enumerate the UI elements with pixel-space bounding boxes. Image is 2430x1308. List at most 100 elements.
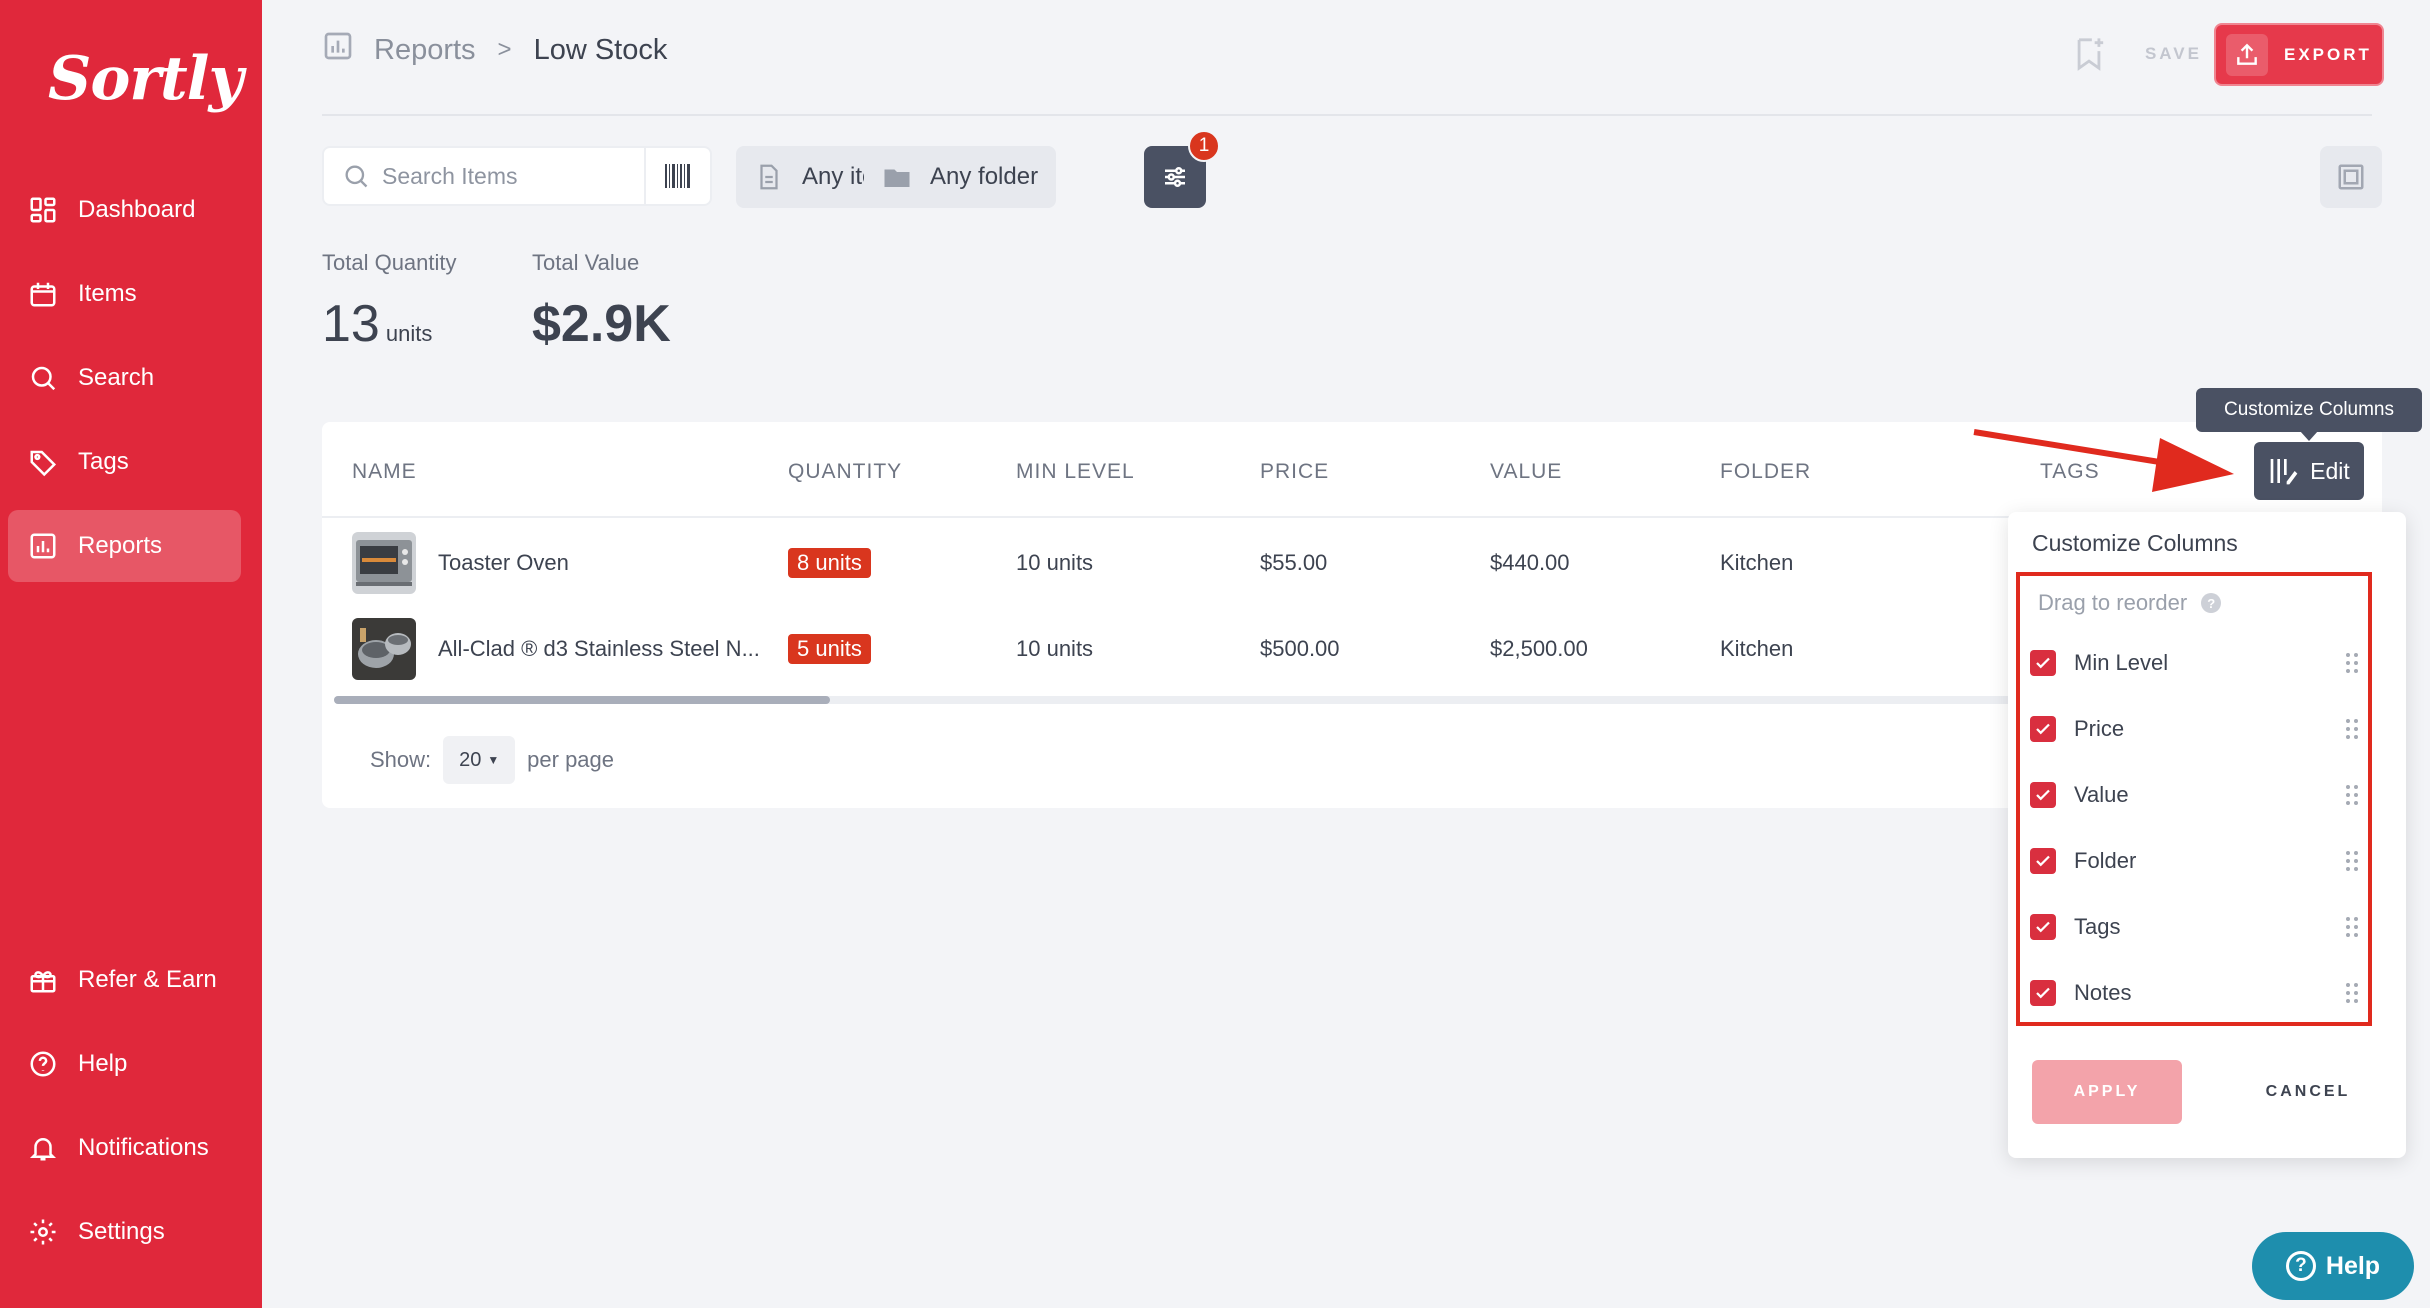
- breadcrumb-reports-link[interactable]: Reports: [374, 34, 476, 67]
- column-header-name[interactable]: NAME: [352, 460, 417, 484]
- column-option-label: Notes: [2074, 980, 2132, 1005]
- column-option-tags[interactable]: Tags: [2030, 902, 2360, 952]
- pager-suffix: per page: [527, 747, 615, 772]
- item-name[interactable]: All-Clad ® d3 Stainless Steel N...: [438, 636, 760, 662]
- customize-columns-popup: Customize Columns Drag to reorder ? Min …: [2008, 512, 2406, 1158]
- search-input[interactable]: [382, 162, 632, 190]
- sidebar-item-settings[interactable]: Settings: [8, 1196, 241, 1268]
- column-option-label: Tags: [2074, 914, 2121, 939]
- document-icon: [760, 164, 778, 190]
- check-icon: [2036, 987, 2050, 999]
- drag-handle-icon[interactable]: [2344, 717, 2360, 741]
- sidebar-item-notifications[interactable]: Notifications: [8, 1112, 241, 1184]
- sidebar-item-label: Tags: [78, 448, 129, 475]
- check-icon: [2036, 789, 2050, 801]
- gift-icon: [28, 965, 58, 995]
- checkbox-checked[interactable]: [2030, 782, 2056, 808]
- view-toggle-button[interactable]: [2320, 146, 2382, 208]
- sidebar-item-label: Help: [78, 1050, 128, 1077]
- total-quantity-value: 13 units: [322, 294, 432, 354]
- scrollbar-thumb[interactable]: [334, 696, 830, 704]
- apply-button[interactable]: APPLY: [2032, 1060, 2182, 1124]
- sidebar-item-tags[interactable]: Tags: [8, 426, 241, 498]
- barcode-icon: [665, 164, 690, 188]
- search-icon: [345, 165, 368, 188]
- export-button[interactable]: EXPORT: [2214, 23, 2384, 86]
- edit-columns-button[interactable]: Edit: [2254, 442, 2364, 500]
- drag-handle-icon[interactable]: [2344, 981, 2360, 1005]
- column-header-price[interactable]: PRICE: [1260, 460, 1329, 484]
- value-cell: $2,500.00: [1490, 636, 1588, 661]
- layout-icon: [2338, 164, 2364, 190]
- horizontal-scrollbar[interactable]: [334, 696, 2134, 704]
- folder-filter-button[interactable]: Any folder: [864, 146, 1057, 208]
- value-cell: $440.00: [1490, 550, 1570, 575]
- checkbox-checked[interactable]: [2030, 716, 2056, 742]
- sidebar-item-label: Reports: [78, 532, 163, 559]
- save-label: SAVE: [2144, 44, 2202, 63]
- help-chat-button[interactable]: ? Help: [2252, 1232, 2414, 1300]
- sidebar-item-items[interactable]: Items: [8, 258, 241, 330]
- barcode-scan-button[interactable]: [644, 148, 710, 204]
- column-option-price[interactable]: Price: [2030, 704, 2360, 754]
- drag-handle-icon[interactable]: [2344, 783, 2360, 807]
- column-option-label: Folder: [2074, 848, 2137, 873]
- pagination: Show: 20 ▼ per page: [370, 736, 614, 784]
- folder-filter-label: Any folder: [930, 163, 1039, 190]
- column-option-folder[interactable]: Folder: [2030, 836, 2360, 886]
- column-header-value[interactable]: VALUE: [1490, 460, 1562, 484]
- save-button[interactable]: SAVE: [2062, 24, 2212, 84]
- column-header-folder[interactable]: FOLDER: [1720, 460, 1811, 484]
- items-icon: [28, 279, 58, 309]
- sortly-logo[interactable]: Sortly: [48, 44, 243, 114]
- item-thumbnail: [352, 532, 416, 594]
- columns-edit-icon: [2270, 459, 2298, 485]
- sidebar-item-help[interactable]: Help: [8, 1028, 241, 1100]
- item-name[interactable]: Toaster Oven: [438, 550, 569, 576]
- column-header-quantity[interactable]: QUANTITY: [788, 460, 902, 484]
- drag-hint-label: Drag to reorder: [2038, 590, 2188, 615]
- checkbox-checked[interactable]: [2030, 650, 2056, 676]
- column-header-min-level[interactable]: MIN LEVEL: [1016, 460, 1135, 484]
- column-option-label: Value: [2074, 782, 2129, 807]
- column-option-min-level[interactable]: Min Level: [2030, 638, 2360, 688]
- header-divider: [322, 114, 2372, 116]
- sidebar-item-dashboard[interactable]: Dashboard: [8, 174, 241, 246]
- search-icon: [28, 363, 58, 393]
- question-icon[interactable]: ?: [2201, 593, 2222, 613]
- cancel-button[interactable]: CANCEL: [2238, 1060, 2378, 1124]
- bookmark-add-icon: [2077, 38, 2104, 71]
- gear-icon: [28, 1217, 58, 1247]
- price-cell: $500.00: [1260, 636, 1340, 661]
- sidebar-item-label: Refer & Earn: [78, 966, 217, 993]
- per-page-select[interactable]: 20 ▼: [443, 736, 516, 784]
- column-option-value[interactable]: Value: [2030, 770, 2360, 820]
- quantity-badge: 5 units: [788, 634, 871, 664]
- annotation-arrow-icon: [1973, 429, 2234, 492]
- pager-show-label: Show:: [370, 747, 432, 772]
- total-quantity-label: Total Quantity: [322, 250, 457, 275]
- sidebar-item-label: Dashboard: [78, 196, 196, 223]
- checkbox-checked[interactable]: [2030, 848, 2056, 874]
- checkbox-checked[interactable]: [2030, 980, 2056, 1006]
- column-option-notes[interactable]: Notes: [2030, 968, 2360, 1018]
- sidebar-item-search[interactable]: Search: [8, 342, 241, 414]
- total-value-value: $2.9K: [532, 295, 671, 353]
- drag-handle-icon[interactable]: [2344, 849, 2360, 873]
- checkbox-checked[interactable]: [2030, 914, 2056, 940]
- sidebar-item-reports[interactable]: Reports: [8, 510, 241, 582]
- sliders-icon: [1165, 167, 1185, 187]
- breadcrumb: Reports > Low Stock: [322, 30, 667, 70]
- export-label: EXPORT: [2284, 44, 2372, 64]
- drag-hint: Drag to reorder ?: [2038, 590, 2222, 616]
- folder-cell: Kitchen: [1720, 636, 1794, 661]
- sidebar-item-refer-earn[interactable]: Refer & Earn: [8, 944, 241, 1016]
- check-icon: [2036, 921, 2050, 933]
- bell-icon: [28, 1133, 58, 1163]
- drag-handle-icon[interactable]: [2344, 651, 2360, 675]
- customize-columns-tooltip: Customize Columns: [2196, 388, 2422, 441]
- drag-handle-icon[interactable]: [2344, 915, 2360, 939]
- help-label: Help: [2325, 1251, 2381, 1280]
- edit-label: Edit: [2310, 457, 2350, 484]
- reports-icon: [28, 531, 58, 561]
